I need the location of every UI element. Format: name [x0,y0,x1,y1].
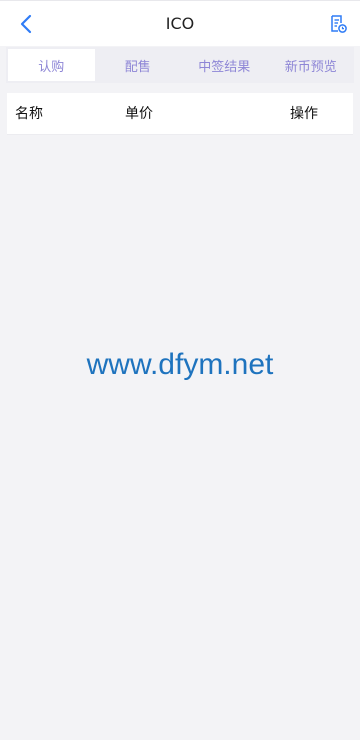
records-button[interactable] [326,12,350,36]
back-button[interactable] [14,10,38,38]
top-bar: ICO [0,0,360,46]
tab-subscribe[interactable]: 认购 [8,49,95,81]
table-header: 名称 单价 操作 [7,93,353,135]
tab-placement[interactable]: 配售 [95,49,182,81]
column-header-action: 操作 [290,106,318,122]
column-header-name: 名称 [15,106,43,122]
tab-new-coin-preview[interactable]: 新币预览 [268,49,355,81]
document-clock-icon [331,15,347,33]
column-header-price: 单价 [125,106,153,122]
tab-lottery-results[interactable]: 中签结果 [181,49,268,81]
page-title: ICO [165,14,195,33]
watermark-text: www.dfym.net [86,348,274,381]
chevron-left-icon [20,14,32,34]
tab-bar: 认购 配售 中签结果 新币预览 [6,47,354,83]
